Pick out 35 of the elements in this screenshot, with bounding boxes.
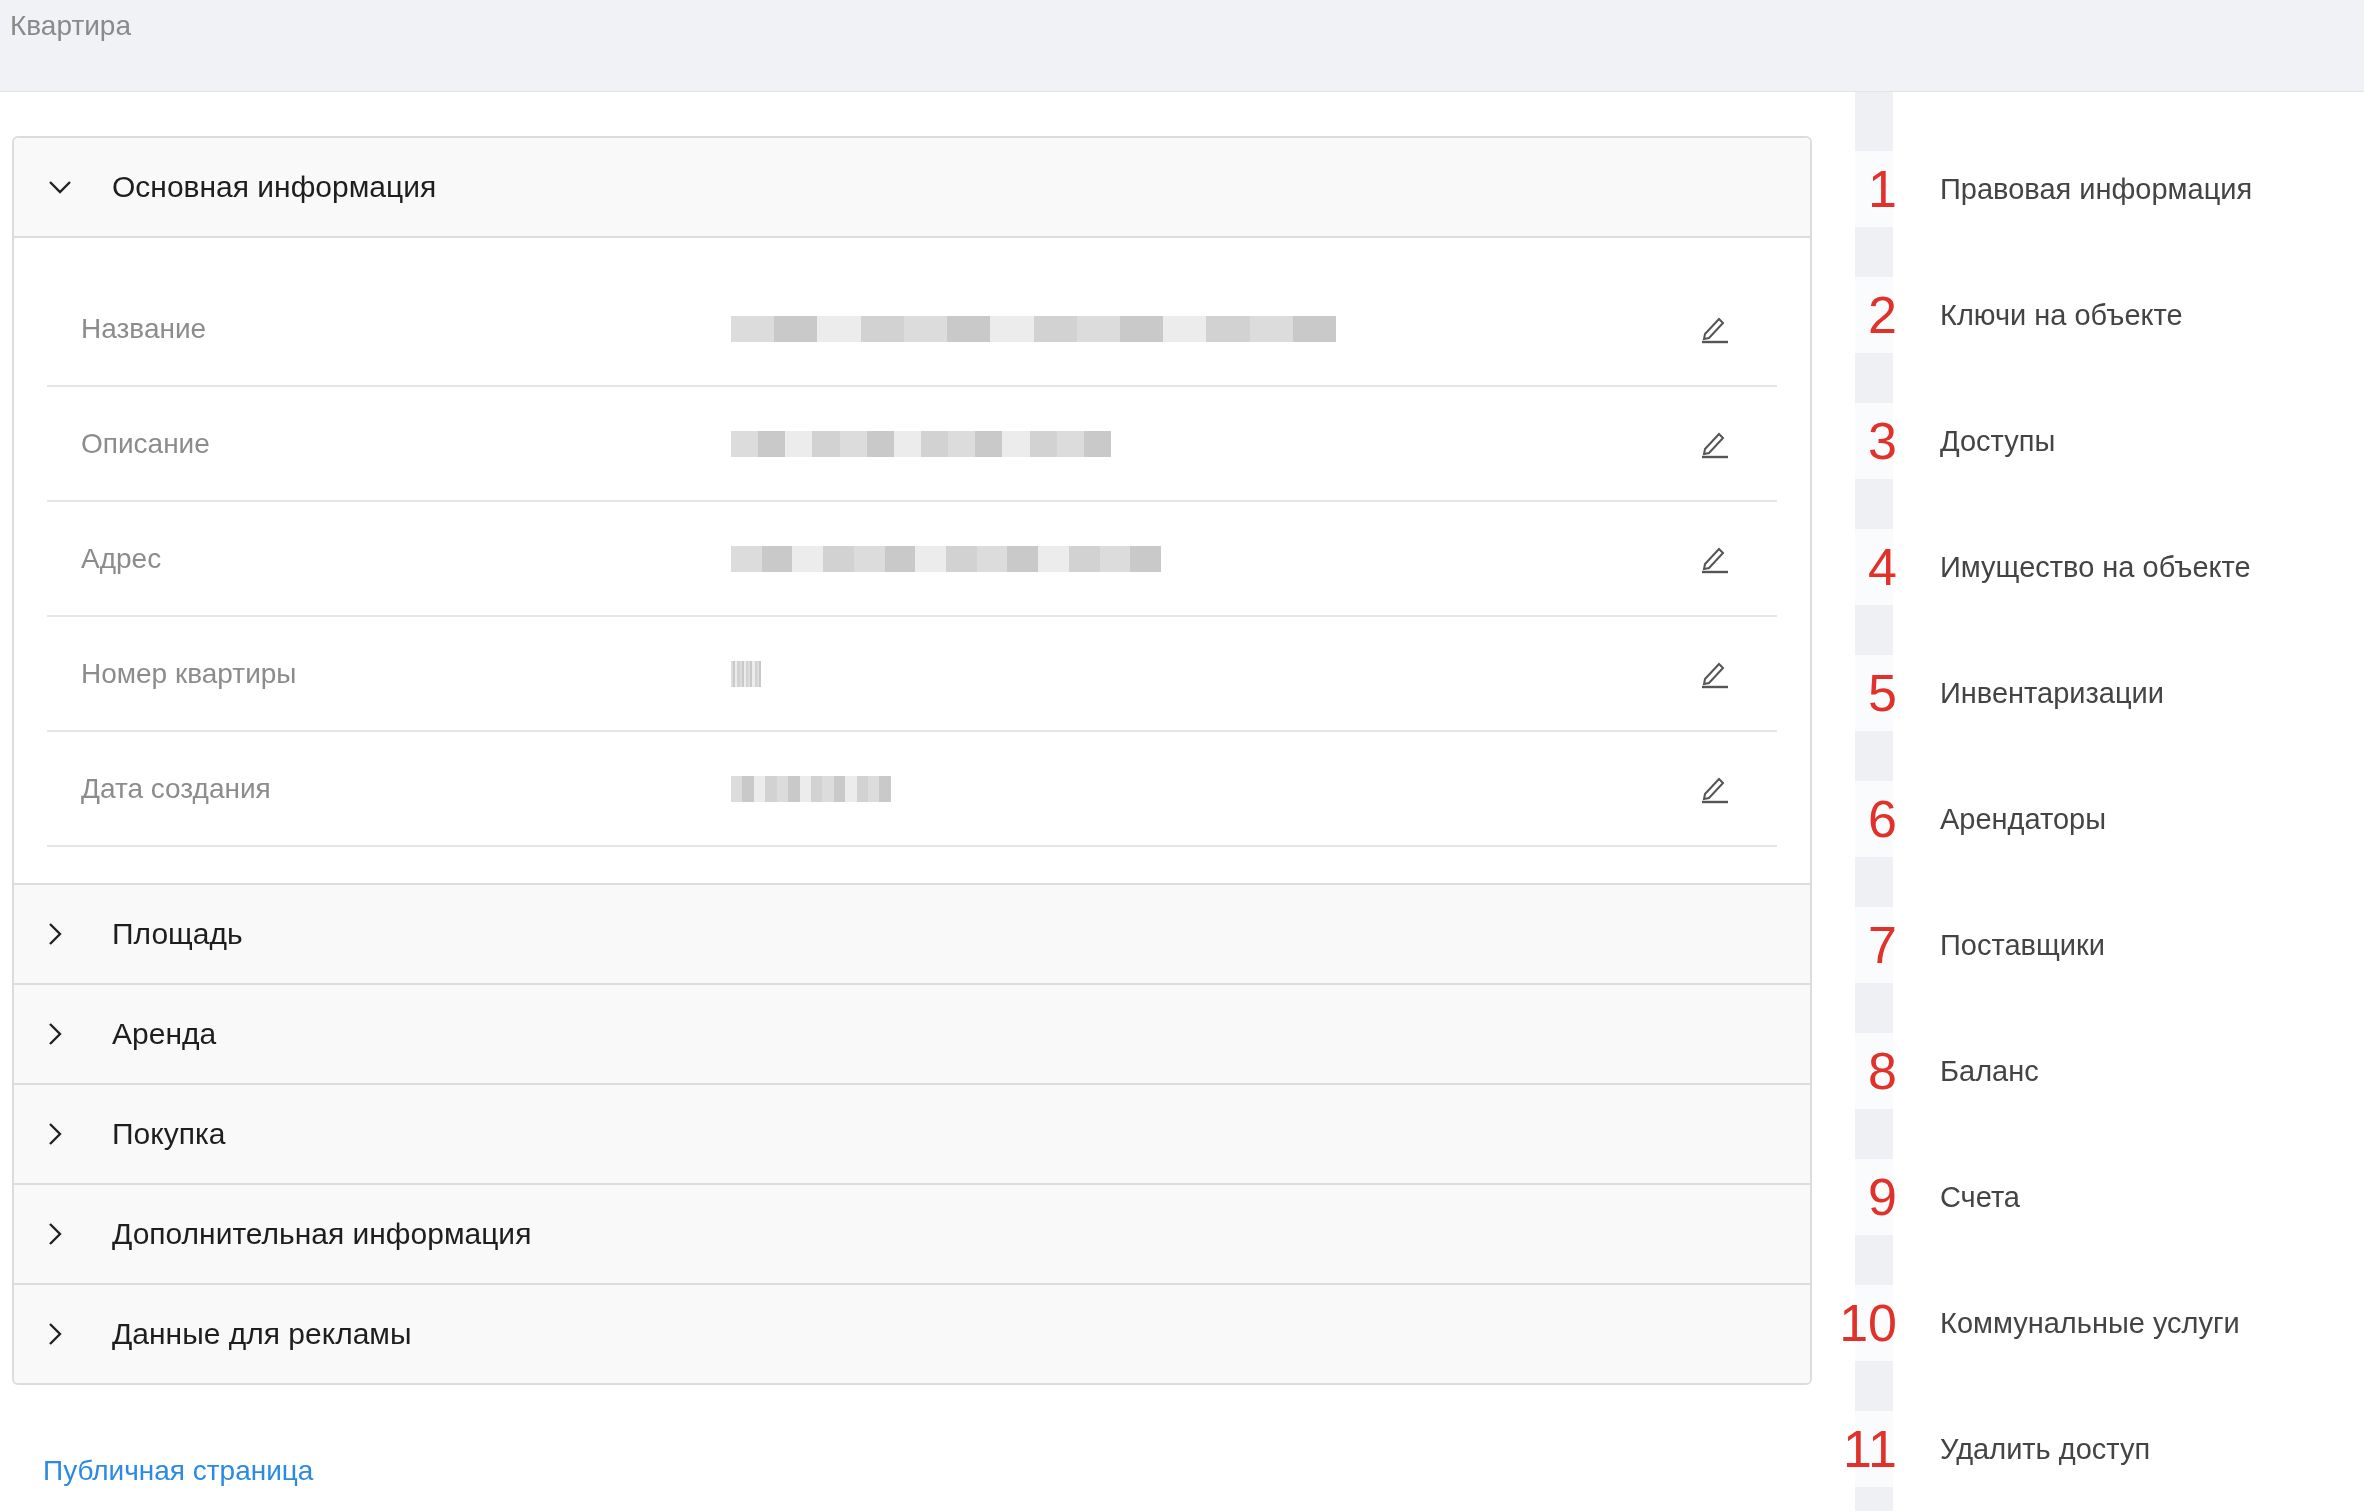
field-label: Номер квартиры (81, 657, 298, 690)
field-label: Название (81, 312, 208, 345)
annotation-number: 8 (1868, 1045, 1897, 1097)
annotation-number: 9 (1868, 1171, 1897, 1223)
field-label: Адрес (81, 542, 163, 575)
public-page-link[interactable]: Публичная страница (43, 1455, 314, 1486)
annotation-number: 11 (1843, 1423, 1897, 1475)
side-nav-link[interactable]: Доступы (1940, 424, 2056, 458)
side-nav-link[interactable]: Баланс (1940, 1054, 2039, 1088)
side-nav-link[interactable]: Удалить доступ (1940, 1432, 2151, 1466)
side-nav-link[interactable]: Коммунальные услуги (1940, 1306, 2240, 1340)
side-nav-link[interactable]: Имущество на объекте (1940, 550, 2251, 584)
page-title: Квартира (10, 10, 131, 42)
side-nav-link[interactable]: Счета (1940, 1180, 2020, 1214)
side-nav-link[interactable]: Поставщики (1940, 928, 2105, 962)
side-nav-link[interactable]: Правовая информация (1940, 172, 2253, 206)
chevron-right-icon (48, 1022, 62, 1046)
chevron-right-icon (48, 1222, 62, 1246)
chevron-right-icon (48, 1322, 62, 1346)
annotation-number: 10 (1839, 1297, 1897, 1349)
field-label: Дата создания (81, 772, 272, 805)
annotation-number: 7 (1868, 919, 1897, 971)
chevron-down-icon (48, 180, 72, 194)
annotation-number: 6 (1868, 793, 1897, 845)
chevron-right-icon (48, 922, 62, 946)
annotation-number: 4 (1868, 541, 1897, 593)
side-nav-link[interactable]: Инвентаризации (1940, 676, 2164, 710)
annotation-number: 2 (1868, 289, 1897, 341)
annotation-number: 3 (1868, 415, 1897, 467)
chevron-right-icon (48, 1122, 62, 1146)
side-nav-link[interactable]: Арендаторы (1940, 802, 2107, 836)
annotation-number: 1 (1868, 163, 1897, 215)
annotation-number: 5 (1868, 667, 1897, 719)
field-label: Описание (81, 427, 211, 460)
side-nav-link[interactable]: Ключи на объекте (1940, 298, 2183, 332)
